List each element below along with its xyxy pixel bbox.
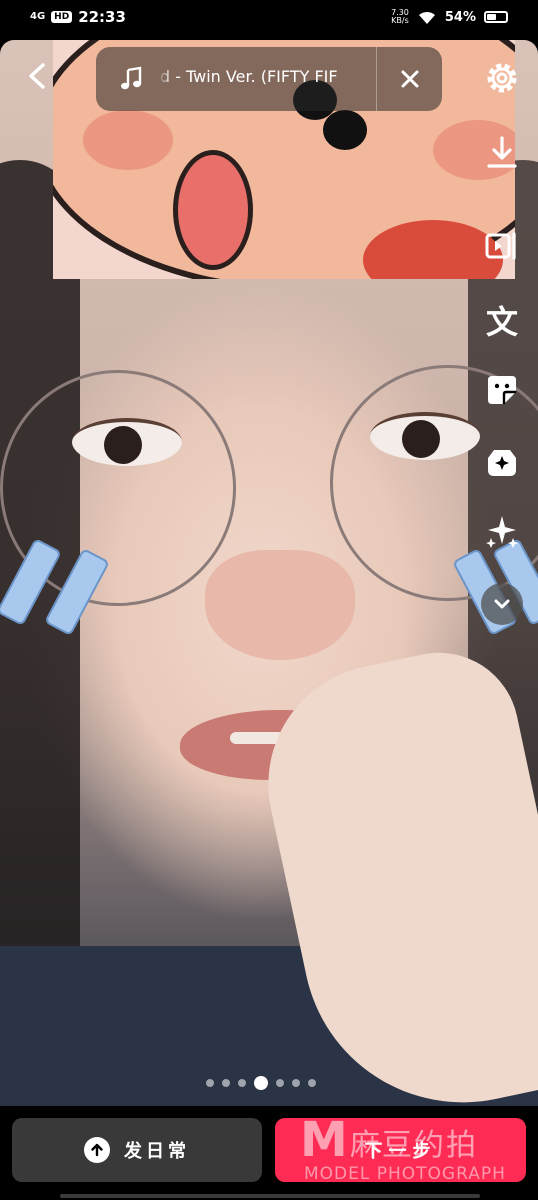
post-daily-label: 发日常 [124,1141,190,1162]
page-dot [292,1079,300,1087]
photo-preview[interactable] [0,40,538,1106]
page-dot [308,1079,316,1087]
text-icon: 文 [485,303,518,341]
sticker-cheek [83,110,173,170]
hd-badge: HD [51,11,73,23]
post-daily-button[interactable]: 发日常 [12,1118,262,1182]
battery-icon [484,11,508,23]
back-arrow-icon [29,63,45,89]
settings-button[interactable] [482,58,522,98]
page-indicator [206,1076,316,1090]
sticker-icon [488,376,516,404]
video-clip-icon [485,232,516,260]
status-left: 4G HD 22:33 [30,8,126,26]
download-icon [487,136,517,168]
network-indicator: 4G [30,11,46,22]
home-indicator[interactable] [60,1194,480,1198]
upload-arrow-icon [84,1137,110,1163]
next-step-button[interactable]: 下一步 [275,1118,526,1182]
sticker-button[interactable] [482,370,522,410]
gear-icon [487,63,517,93]
wifi-icon [418,11,435,24]
speed-unit: KB/s [391,16,409,25]
pill-divider [376,47,377,111]
sticker-eye [323,110,367,150]
effects-button[interactable] [482,442,522,482]
sparkle-icon [486,516,518,548]
next-step-label: 下一步 [364,1141,437,1162]
music-selector[interactable]: vid - Twin Ver. (FIFTY FIF [96,47,442,111]
arrow-up-icon [91,1143,103,1157]
page-dot [276,1079,284,1087]
back-button[interactable] [22,60,54,92]
more-tools-button[interactable] [481,583,523,625]
enhance-button[interactable] [482,512,522,552]
page-dot-active [254,1076,268,1090]
close-icon[interactable] [396,65,424,93]
clock: 22:33 [78,8,126,26]
clip-button[interactable] [482,226,522,266]
bottom-bar: 发日常 下一步 M 麻豆约拍 MODEL PHOTOGRAPH [0,1106,538,1200]
status-bar: 4G HD 22:33 7.30 KB/s 54% [0,0,538,40]
status-right: 7.30 KB/s 54% [391,9,508,25]
music-note-icon [121,66,142,90]
text-button[interactable]: 文 [482,302,522,342]
nose [205,550,355,660]
effect-icon [488,450,516,476]
page-dot [238,1079,246,1087]
chevron-down-icon [494,599,510,609]
battery-fill [487,14,496,20]
network-speed: 7.30 KB/s [391,9,409,25]
download-button[interactable] [482,132,522,172]
page-dot [206,1079,214,1087]
sticker-tongue [173,150,253,270]
page-dot [222,1079,230,1087]
battery-percent: 54% [444,9,476,25]
